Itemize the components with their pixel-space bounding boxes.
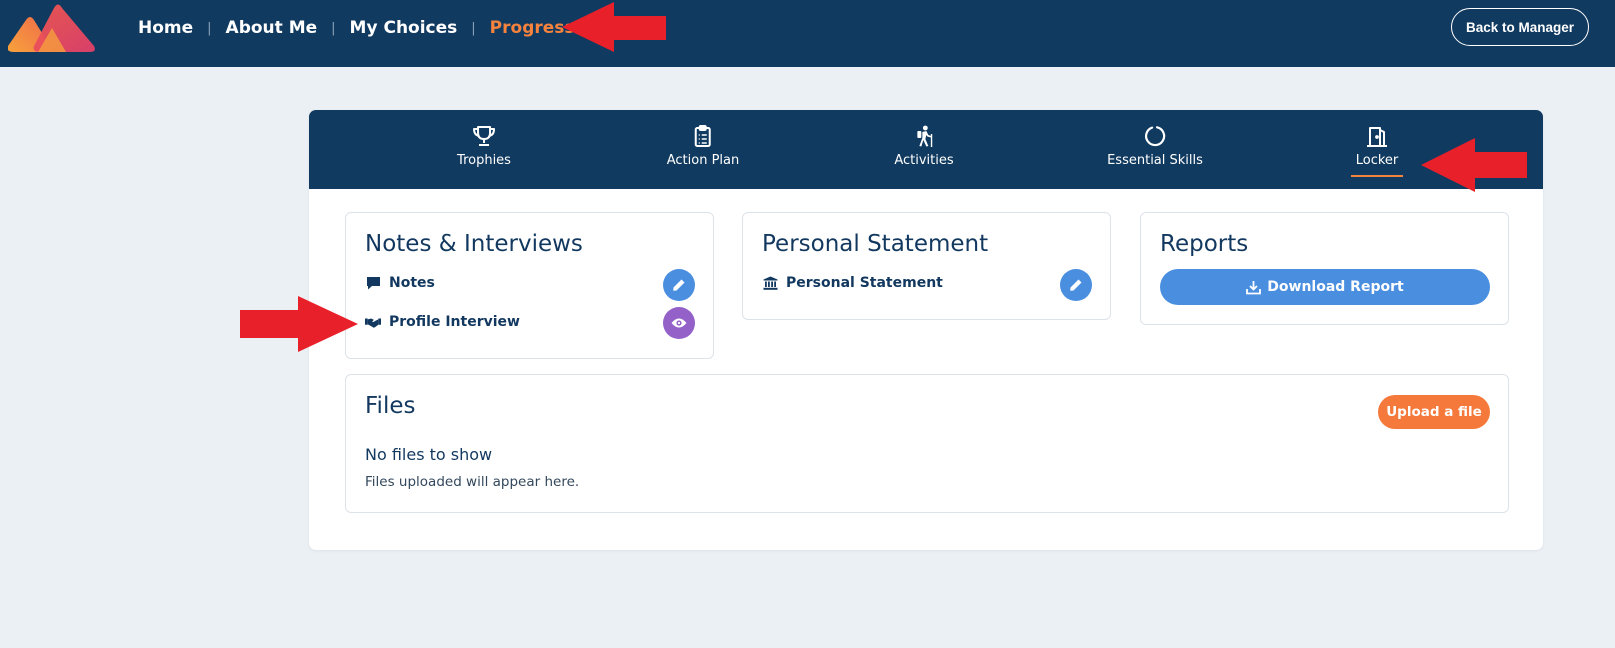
annotation-arrow-left-icon (562, 2, 666, 52)
nav-separator: | (331, 20, 336, 36)
files-panel: Files Upload a file No files to show Fil… (345, 374, 1509, 513)
pencil-icon (1070, 279, 1082, 291)
progress-tab-bar: Trophies Action Plan Activities Essentia… (309, 110, 1543, 189)
nav-link-my-choices[interactable]: My Choices (350, 18, 458, 38)
files-empty-title: No files to show (365, 445, 493, 464)
institution-icon (762, 275, 778, 291)
upload-file-button[interactable]: Upload a file (1378, 395, 1490, 429)
handshake-icon (365, 314, 381, 330)
locker-door-icon (1365, 124, 1389, 148)
main-navigation: Home | About Me | My Choices | Progress (138, 0, 575, 56)
tab-activities[interactable]: Activities (894, 110, 954, 189)
notes-panel-title: Notes & Interviews (365, 231, 583, 257)
profile-interview-row: Profile Interview (365, 314, 520, 330)
personal-statement-panel: Personal Statement Personal Statement (742, 212, 1111, 320)
clipboard-list-icon (691, 124, 715, 148)
annotation-arrow-right-icon (240, 296, 358, 352)
files-panel-title: Files (365, 393, 416, 419)
tab-label: Action Plan (666, 153, 740, 168)
personal-statement-row: Personal Statement (762, 275, 943, 291)
tab-action-plan[interactable]: Action Plan (666, 110, 740, 189)
nav-separator: | (207, 20, 212, 36)
trophy-icon (472, 124, 496, 148)
tab-essential-skills[interactable]: Essential Skills (1107, 110, 1203, 189)
view-profile-interview-button[interactable] (663, 307, 695, 339)
download-report-button[interactable]: Download Report (1160, 269, 1490, 305)
circle-ring-icon (1143, 124, 1167, 148)
brand-logo-icon[interactable] (8, 2, 96, 53)
hiker-icon (912, 124, 936, 148)
files-empty-description: Files uploaded will appear here. (365, 474, 580, 490)
edit-notes-button[interactable] (663, 269, 695, 301)
locker-card: Trophies Action Plan Activities Essentia… (309, 110, 1543, 550)
personal-statement-label[interactable]: Personal Statement (786, 275, 943, 291)
pencil-icon (673, 279, 685, 291)
tab-label: Essential Skills (1107, 153, 1203, 168)
tab-trophies[interactable]: Trophies (457, 110, 511, 189)
reports-panel-title: Reports (1160, 231, 1249, 257)
annotation-arrow-left-icon (1421, 138, 1527, 192)
notes-interviews-panel: Notes & Interviews Notes Profile Intervi… (345, 212, 714, 359)
tab-label: Locker (1355, 153, 1399, 168)
statement-panel-title: Personal Statement (762, 231, 989, 257)
tab-locker[interactable]: Locker (1351, 110, 1403, 189)
speech-bubble-icon (365, 275, 381, 291)
reports-panel: Reports Download Report (1140, 212, 1509, 325)
download-tray-icon (1246, 280, 1262, 294)
nav-separator: | (471, 20, 476, 36)
notes-label[interactable]: Notes (389, 275, 435, 291)
tab-label: Trophies (457, 153, 511, 168)
download-report-label: Download Report (1267, 279, 1404, 295)
notes-row: Notes (365, 275, 435, 291)
eye-icon (671, 318, 687, 328)
profile-interview-label[interactable]: Profile Interview (389, 314, 520, 330)
nav-link-about-me[interactable]: About Me (226, 18, 318, 38)
top-navigation-bar: Home | About Me | My Choices | Progress … (0, 0, 1615, 67)
back-to-manager-button[interactable]: Back to Manager (1451, 8, 1589, 46)
active-tab-indicator (1351, 175, 1403, 177)
tab-label: Activities (894, 153, 954, 168)
nav-link-home[interactable]: Home (138, 18, 193, 38)
edit-personal-statement-button[interactable] (1060, 269, 1092, 301)
